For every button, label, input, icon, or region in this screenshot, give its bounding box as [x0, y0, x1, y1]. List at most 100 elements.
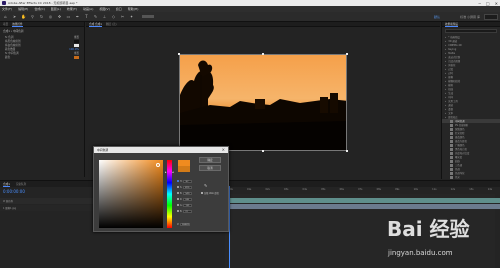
expand-arrow-icon[interactable]: ▸	[445, 48, 446, 51]
cancel-button[interactable]: 取消	[199, 165, 221, 171]
stamp-tool-icon[interactable]: ⊥	[102, 14, 107, 19]
expand-arrow-icon[interactable]: ▸	[445, 96, 446, 99]
tab-project[interactable]: 项目	[3, 22, 8, 26]
menu-edit[interactable]: 编辑(E)	[18, 7, 28, 11]
expand-arrow-icon[interactable]: ▸	[445, 76, 446, 79]
tab-effects-presets[interactable]: 效果和预设	[445, 22, 458, 27]
text-tool-icon[interactable]: T	[84, 14, 89, 19]
transform-handle[interactable]	[346, 53, 348, 55]
transform-handle[interactable]	[178, 53, 180, 55]
pan-behind-tool-icon[interactable]: ✥	[57, 14, 62, 19]
menu-window[interactable]: 窗口	[116, 7, 122, 11]
menu-help[interactable]: 帮助(H)	[128, 7, 139, 11]
rectangle-tool-icon[interactable]: ▭	[66, 14, 71, 19]
help-search-input[interactable]	[484, 14, 498, 20]
property-row[interactable]: 颜色	[0, 55, 84, 59]
eraser-tool-icon[interactable]: ◇	[111, 14, 116, 19]
menu-view[interactable]: 视图(V)	[99, 7, 109, 11]
tab-layer[interactable]: 图层 (无)	[106, 22, 117, 26]
channel-radio[interactable]	[177, 210, 179, 212]
current-color-swatch[interactable]	[178, 166, 190, 172]
ok-button[interactable]: 确定	[199, 157, 221, 163]
map-white-swatch[interactable]	[74, 43, 79, 47]
expand-arrow-icon[interactable]: ▸	[445, 40, 446, 43]
brush-tool-icon[interactable]: ✎	[93, 14, 98, 19]
channel-value-input[interactable]: 139	[183, 203, 193, 207]
tab-effect-controls[interactable]: 效果控件	[12, 22, 23, 27]
effect-item[interactable]: 色光	[442, 175, 500, 179]
channel-value-input[interactable]: 30°	[183, 179, 193, 183]
puppet-tool-icon[interactable]: ✦	[129, 14, 134, 19]
expand-arrow-icon[interactable]: ▸	[445, 92, 446, 95]
channel-value-input[interactable]: 89%	[183, 185, 193, 189]
playhead[interactable]	[229, 186, 230, 268]
zoom-tool-icon[interactable]: ⚲	[30, 14, 35, 19]
expand-arrow-icon[interactable]: ▸	[445, 64, 446, 67]
saturation-brightness-field[interactable]	[99, 160, 163, 228]
roto-tool-icon[interactable]: ✂	[120, 14, 125, 19]
channel-value-input[interactable]: 31	[183, 209, 193, 213]
expand-arrow-icon[interactable]: ▸	[445, 100, 446, 103]
expand-arrow-icon[interactable]: ▸	[445, 52, 446, 55]
channel-radio[interactable]	[177, 180, 179, 182]
only-web-colors-checkbox[interactable]: 仅限 Web 颜色	[201, 191, 219, 195]
minimize-icon[interactable]: ─	[478, 1, 480, 6]
expand-arrow-icon[interactable]: ▸	[445, 68, 446, 71]
channel-radio[interactable]	[177, 198, 179, 200]
hex-input[interactable]: F08B1F	[179, 223, 190, 226]
composition-image[interactable]	[179, 54, 347, 151]
hue-arrow-right-icon[interactable]: ◂	[172, 170, 174, 174]
expand-arrow-icon[interactable]: ▸	[445, 84, 446, 87]
transform-handle[interactable]	[262, 53, 264, 55]
hand-tool-icon[interactable]: ✋	[21, 14, 26, 19]
menu-composition[interactable]: 合成(C)	[34, 7, 44, 11]
expand-arrow-icon[interactable]: ▸	[445, 112, 446, 115]
map-black-swatch[interactable]	[74, 39, 79, 43]
selection-tool-icon[interactable]: ➤	[12, 14, 17, 19]
close-icon[interactable]: ×	[222, 147, 225, 153]
pen-tool-icon[interactable]: ✒	[75, 14, 80, 19]
menu-layer[interactable]: 图层(L)	[51, 7, 61, 11]
expand-arrow-icon[interactable]: ▸	[445, 60, 446, 63]
layer-name[interactable]: 1 图像1.jpg	[3, 206, 16, 210]
expand-arrow-icon[interactable]: ▸	[445, 108, 446, 111]
transform-handle[interactable]	[262, 150, 264, 152]
workspace-default[interactable]: 默认	[434, 15, 440, 19]
tab-render-queue[interactable]: 渲染队列	[16, 182, 26, 186]
expand-arrow-icon[interactable]: ▸	[445, 88, 446, 91]
time-ruler[interactable]: 0s 01s 02s 03s 04s 05s 06s 07s 08s 09s 10s 11s 12s 13…	[230, 188, 492, 193]
color-marker[interactable]	[156, 163, 160, 167]
midtone-color-swatch[interactable]	[74, 55, 79, 59]
channel-radio[interactable]	[177, 204, 179, 206]
eyedropper-icon[interactable]: ✎	[204, 183, 207, 188]
expand-arrow-icon[interactable]: ▸	[445, 72, 446, 75]
tab-comp1[interactable]: 合成1	[3, 182, 10, 187]
channel-value-input[interactable]: 94%	[183, 191, 193, 195]
expand-arrow-icon[interactable]: ▸	[445, 116, 446, 119]
current-timecode[interactable]: 0:00:00:00	[3, 189, 25, 194]
transform-handle[interactable]	[346, 150, 348, 152]
expand-arrow-icon[interactable]: ▸	[445, 80, 446, 83]
menu-effect[interactable]: 效果(T)	[67, 7, 77, 11]
layer-duration-bar[interactable]	[225, 204, 500, 209]
maximize-icon[interactable]: □	[486, 1, 490, 6]
channel-radio[interactable]	[177, 186, 179, 188]
expand-arrow-icon[interactable]: ▸	[445, 104, 446, 107]
checkbox-box[interactable]	[201, 192, 203, 194]
hue-arrow-left-icon[interactable]: ▸	[165, 170, 167, 174]
rotate-tool-icon[interactable]: ↻	[39, 14, 44, 19]
channel-value-input[interactable]: 240	[183, 197, 193, 201]
workspace-list[interactable]: 标准 小屏幕 库	[460, 15, 480, 19]
reset-button[interactable]: 重置	[74, 51, 79, 55]
reset-button[interactable]: 重置	[74, 35, 79, 39]
layer-duration-bar[interactable]	[225, 198, 500, 203]
snap-toggle[interactable]	[142, 15, 154, 18]
expand-arrow-icon[interactable]: ▸	[445, 56, 446, 59]
tab-composition[interactable]: 合成 合成1	[89, 22, 102, 27]
camera-tool-icon[interactable]: ◎	[48, 14, 53, 19]
expand-arrow-icon[interactable]: ▸	[445, 44, 446, 47]
menu-file[interactable]: 文件(F)	[2, 7, 12, 11]
home-icon[interactable]: ⌂	[3, 14, 8, 19]
channel-radio[interactable]	[177, 192, 179, 194]
effects-search-input[interactable]	[445, 29, 497, 33]
